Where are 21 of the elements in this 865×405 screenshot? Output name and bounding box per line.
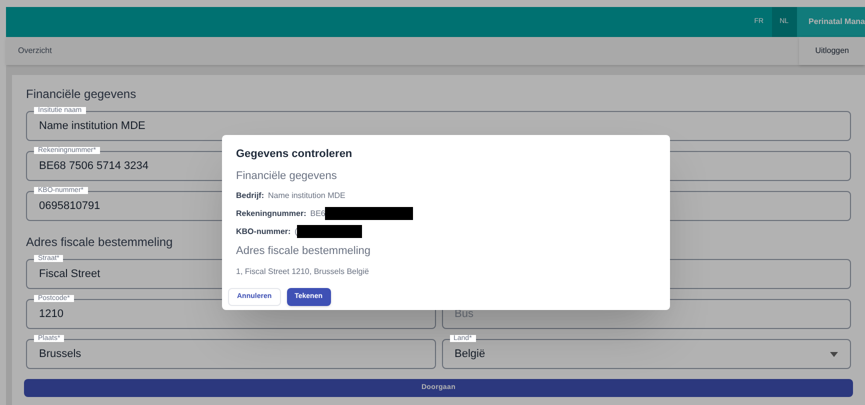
detail-value: ( xyxy=(294,226,298,238)
address-text: 1, Fiscal Street 1210, Brussels België xyxy=(236,266,370,278)
dialog-title: Gegevens controleren xyxy=(236,147,354,162)
detail-label: KBO-nummer: xyxy=(236,226,291,238)
detail-label: Bedrijf: xyxy=(236,190,264,202)
dialog-section-heading: Adres fiscale bestemmeling xyxy=(236,244,372,259)
detail-value: Name institution MDE xyxy=(268,190,346,202)
app-name: Perinatal Mana xyxy=(796,7,865,37)
field-value: Name institution MDE xyxy=(39,118,146,134)
field-value: België xyxy=(454,346,486,362)
section-heading: Financiële gegevens xyxy=(26,86,136,103)
field-value: Fiscal Street xyxy=(39,266,100,282)
field-placeholder: Bus xyxy=(454,306,474,322)
field-value: 0695810791 xyxy=(39,198,100,214)
field-value: Brussels xyxy=(39,346,82,362)
detail-label: Rekeningnummer: xyxy=(236,208,306,220)
dialog-section-heading: Financiële gegevens xyxy=(236,168,338,184)
field-value: 1210 xyxy=(39,306,64,322)
section-heading: Adres fiscale bestemmeling xyxy=(26,234,173,251)
field-value: BE68 7506 5714 3234 xyxy=(39,158,148,174)
detail-value: BE6 xyxy=(310,208,326,220)
